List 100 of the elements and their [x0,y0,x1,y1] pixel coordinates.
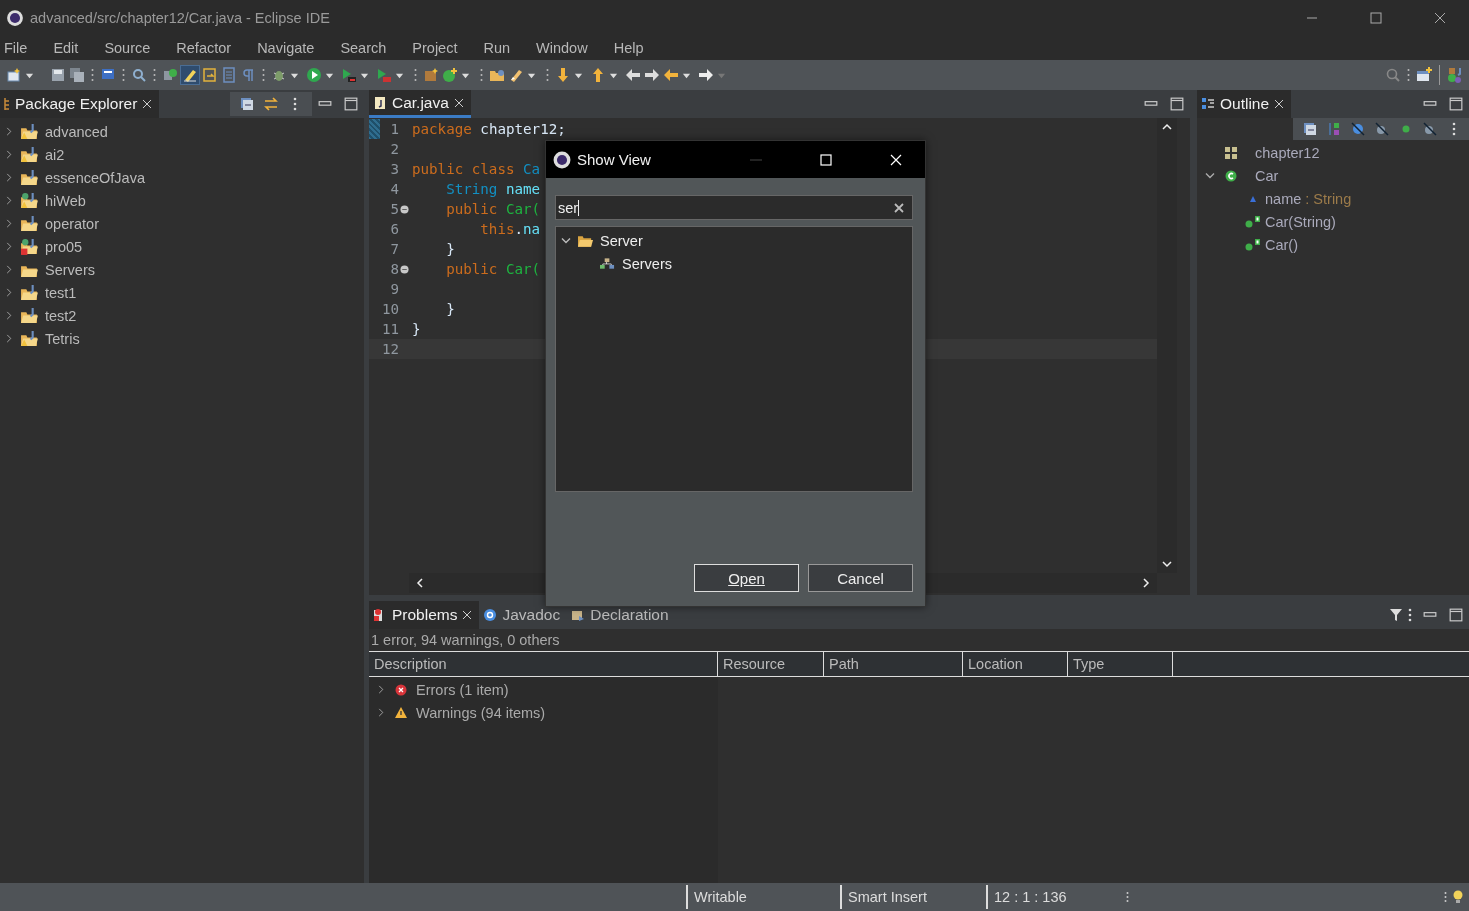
close-icon[interactable] [462,610,473,620]
chevron-right-icon[interactable] [4,334,14,343]
column-header[interactable]: Type [1068,652,1173,676]
grip-icon[interactable] [546,67,549,83]
tree-item[interactable]: operator [45,215,99,232]
grip-icon[interactable] [91,67,94,83]
grip-icon[interactable] [1407,67,1410,83]
tree-item[interactable]: Servers [45,261,95,278]
view-tab[interactable]: Declaration [567,601,676,629]
fold-icon[interactable] [400,204,409,214]
chevron-right-icon[interactable] [4,242,14,251]
highlighter-icon[interactable] [181,66,199,84]
grip-icon[interactable] [1126,890,1129,904]
view-category[interactable]: Server [600,232,643,249]
search-icon[interactable] [131,67,147,83]
arrow-down-icon[interactable] [555,67,571,83]
hide-static-icon[interactable] [1375,122,1389,136]
tree-item[interactable]: test1 [45,284,77,301]
clear-icon[interactable] [894,202,904,213]
view-item[interactable]: Servers [622,255,672,272]
tree-item[interactable]: ai2 [45,146,65,163]
fold-icon[interactable] [400,264,409,274]
grip-icon[interactable] [414,67,417,83]
run-icon[interactable] [376,67,392,83]
column-header[interactable]: Path [824,652,963,676]
link-icon[interactable] [264,97,278,111]
filter-field[interactable]: ser [555,195,913,220]
grip-icon[interactable] [480,67,483,83]
lightbulb-icon[interactable] [1453,890,1463,904]
collapse-all-icon[interactable] [1303,122,1317,136]
chevron-right-icon[interactable] [4,288,14,297]
tree-item[interactable]: pro05 [45,238,83,255]
run-icon[interactable] [341,67,357,83]
arrow-left-icon[interactable] [625,67,641,83]
save-all-icon[interactable] [69,67,85,83]
package-icon[interactable] [423,67,439,83]
column-header[interactable]: Description [369,652,718,676]
open-perspective-icon[interactable] [1416,67,1432,83]
view-tab[interactable]: Problems [369,601,480,629]
outline-item[interactable]: Car [1255,167,1279,184]
arrow-left-icon[interactable] [663,67,679,83]
outline-item[interactable]: name : String [1265,190,1352,207]
outline-item[interactable]: Car(String) [1265,213,1336,230]
new-file-icon[interactable] [6,67,22,83]
close-icon[interactable] [142,99,153,109]
hide-local-icon[interactable] [1423,122,1437,136]
menu-item[interactable]: Search [340,39,387,56]
brush-icon[interactable] [508,67,524,83]
arrow-right-icon[interactable] [698,67,714,83]
scroll-right-icon[interactable] [1141,578,1151,588]
menu-item[interactable]: File [4,39,28,56]
outline-item[interactable]: Car() [1265,236,1299,253]
maximize-icon[interactable] [1449,608,1463,622]
arrow-right-icon[interactable] [644,67,660,83]
open-button[interactable]: Open [694,564,799,592]
grip-icon[interactable] [262,67,265,83]
save-icon[interactable] [50,67,66,83]
cancel-button[interactable]: Cancel [808,564,913,592]
chevron-right-icon[interactable] [4,196,14,205]
menu-item[interactable]: Window [536,39,588,56]
chevron-right-icon[interactable] [4,127,14,136]
view-tab[interactable]: Javadoc [479,601,568,629]
grip-icon[interactable] [122,67,125,83]
grip-icon[interactable] [153,67,156,83]
folder-icon[interactable] [489,67,505,83]
java-perspective-icon[interactable] [1447,67,1463,83]
chevron-right-icon[interactable] [4,219,14,228]
menu-item[interactable]: Help [613,39,644,56]
maximize-icon[interactable] [1449,97,1463,111]
chevron-right-icon[interactable] [4,311,14,320]
tree-item[interactable]: test2 [45,307,77,324]
filter-icon[interactable] [1389,608,1403,622]
tree-item[interactable]: advanced [45,123,108,140]
maximize-icon[interactable] [344,97,358,111]
chevron-right-icon[interactable] [4,173,14,182]
tree-item[interactable]: hiWeb [45,192,86,209]
menu-item[interactable]: Edit [53,39,79,56]
chevron-right-icon[interactable] [376,708,386,717]
chevron-right-icon[interactable] [4,265,14,274]
close-icon[interactable] [453,97,464,108]
chevron-down-icon[interactable] [1205,171,1215,180]
tree-item[interactable]: essenceOfJava [45,169,145,186]
menu-item[interactable]: Refactor [176,39,232,56]
arrow-up-icon[interactable] [590,67,606,83]
column-header[interactable]: Resource [718,652,824,676]
menu-item[interactable]: Run [483,39,511,56]
scroll-up-icon[interactable] [1162,122,1172,132]
play-icon[interactable] [306,67,322,83]
maximize-icon[interactable] [1170,97,1184,111]
column-header[interactable]: Location [963,652,1068,676]
chevron-right-icon[interactable] [4,150,14,159]
sort-icon[interactable] [1327,122,1341,136]
editor-tab[interactable]: Car.java [369,90,471,118]
outline-item[interactable]: chapter12 [1255,144,1320,161]
hide-fields-icon[interactable] [1351,122,1365,136]
view-tab[interactable]: Package Explorer [0,90,160,118]
menu-item[interactable]: Source [104,39,151,56]
problem-group[interactable]: Errors (1 item) [416,681,509,698]
scroll-left-icon[interactable] [415,578,425,588]
chevron-down-icon[interactable] [561,236,571,245]
